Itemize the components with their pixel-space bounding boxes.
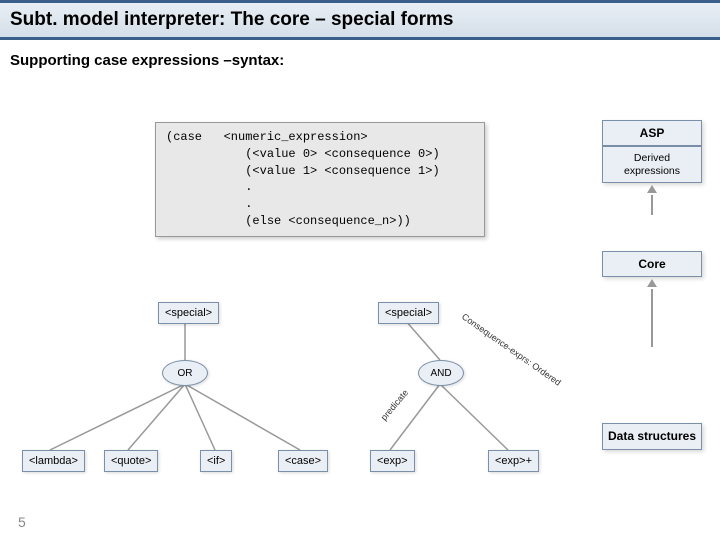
derived-box: Derived expressions xyxy=(602,146,702,183)
connector-lines xyxy=(0,290,720,510)
if-node: <if> xyxy=(200,450,232,472)
arrow-icon xyxy=(647,279,657,287)
expplus-node: <exp>+ xyxy=(488,450,539,472)
special-node-1: <special> xyxy=(158,302,219,324)
or-node: OR xyxy=(162,360,208,386)
code-block: (case <numeric_expression> (<value 0> <c… xyxy=(155,122,485,237)
consequence-label: Consequence-exprs: Ordered xyxy=(460,311,564,388)
arrow-icon xyxy=(647,185,657,193)
case-node: <case> xyxy=(278,450,328,472)
lambda-node: <lambda> xyxy=(22,450,85,472)
page-number: 5 xyxy=(18,514,26,530)
predicate-label: predicate xyxy=(379,388,410,423)
exp-node: <exp> xyxy=(370,450,415,472)
arrow-line xyxy=(651,195,653,215)
asp-box: ASP xyxy=(602,120,702,146)
page-title: Subt. model interpreter: The core – spec… xyxy=(10,9,453,30)
subtitle: Supporting case expressions –syntax: xyxy=(0,40,720,69)
diagram-area: <special> <special> OR AND <lambda> <quo… xyxy=(0,290,720,510)
special-node-2: <special> xyxy=(378,302,439,324)
core-box: Core xyxy=(602,251,702,277)
and-node: AND xyxy=(418,360,464,386)
quote-node: <quote> xyxy=(104,450,158,472)
title-bar: Subt. model interpreter: The core – spec… xyxy=(0,0,720,40)
